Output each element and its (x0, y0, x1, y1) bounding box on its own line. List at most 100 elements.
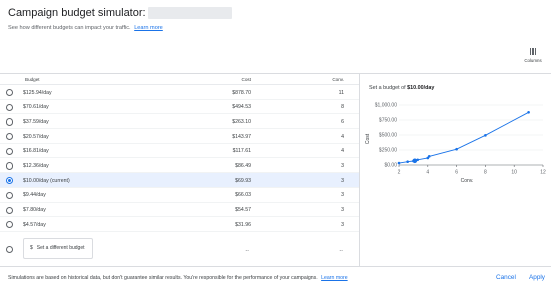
different-budget-placeholder: Set a different budget (36, 244, 85, 251)
budget-value: $10.00/day (current) (23, 177, 70, 184)
conv-value: 4 (341, 133, 344, 140)
budget-radio[interactable] (6, 191, 14, 199)
budget-radio[interactable] (6, 89, 14, 97)
columns-icon (529, 48, 537, 55)
table-row[interactable]: $20.57/day $143.97 4 (0, 129, 359, 144)
different-budget-input[interactable]: $ Set a different budget (23, 237, 93, 259)
budget-radio[interactable] (6, 103, 14, 111)
current-budget-point (412, 158, 418, 164)
cost-value: $117.61 (232, 148, 251, 155)
y-tick-label: $1,000.00 (375, 103, 397, 109)
columns-label: Columns (524, 58, 542, 63)
conv-value: 8 (341, 104, 344, 111)
y-axis-label: Cost (365, 133, 371, 144)
different-budget-conv: -- (339, 247, 343, 254)
x-tick-label: 12 (540, 170, 546, 176)
title-row: Campaign budget simulator: (8, 7, 232, 19)
conv-value: 3 (341, 177, 344, 184)
redacted-campaign-name (147, 7, 232, 19)
y-tick-label: $0.00 (384, 163, 397, 169)
budget-value: $125.94/day (23, 89, 52, 96)
header-budget: Budget (25, 77, 40, 82)
header-conv: Conv. (332, 77, 344, 82)
y-tick-label: $500.00 (379, 133, 397, 139)
columns-button[interactable]: Columns (519, 48, 547, 70)
y-tick-label: $750.00 (379, 118, 397, 124)
data-point (397, 161, 401, 165)
table-rows: $125.94/day $878.70 11 $70.61/day $494.53 8 $3… (0, 85, 359, 232)
x-tick-label: 2 (398, 170, 401, 176)
budget-value: $7.80/day (23, 207, 46, 213)
budget-value: $20.57/day (23, 133, 49, 140)
table-row[interactable]: $125.94/day $878.70 11 (0, 85, 359, 100)
data-point (484, 134, 487, 137)
data-point (416, 158, 420, 162)
cost-value: $494.53 (232, 104, 251, 111)
table-row[interactable]: $7.80/day $54.57 3 (0, 203, 359, 218)
budget-table: Budget Cost Conv. $125.94/day $878.70 11 $7… (0, 74, 359, 262)
footer-learn-more-link[interactable]: Learn more (321, 275, 348, 281)
budget-radio[interactable] (6, 206, 14, 214)
chart-panel: Set a budget of $10.00/day $0.00 $250.00 $… (360, 74, 551, 266)
cost-value: $263.10 (232, 118, 251, 125)
conv-value: 3 (341, 207, 344, 213)
table-row[interactable]: $16.81/day $117.61 4 (0, 144, 359, 159)
different-budget-cost: -- (245, 247, 249, 254)
cost-value: $66.03 (235, 192, 251, 199)
conv-value: 3 (341, 221, 344, 228)
cost-conversions-chart: $0.00 $250.00 $500.00 $750.00 $1,000.00 2 4 6 8 1… (365, 103, 546, 184)
budget-value: $37.59/day (23, 118, 49, 125)
conv-value: 3 (341, 162, 344, 169)
page-subtitle: See how different budgets can impact you… (8, 25, 163, 31)
x-tick-label: 6 (455, 170, 458, 176)
data-point (427, 155, 431, 158)
different-budget-row: $ Set a different budget -- -- (0, 232, 359, 262)
budget-radio[interactable] (6, 133, 14, 141)
y-tick-label: $250.00 (379, 148, 397, 154)
table-row[interactable]: $4.57/day $31.96 3 (0, 217, 359, 232)
budget-value: $4.57/day (23, 221, 46, 228)
table-row[interactable]: $12.36/day $86.49 3 (0, 158, 359, 174)
budget-value: $70.61/day (23, 104, 49, 111)
budget-radio[interactable] (6, 162, 14, 170)
currency-symbol: $ (30, 244, 33, 251)
table-row[interactable]: $37.59/day $263.10 6 (0, 114, 359, 130)
conv-value: 4 (341, 148, 344, 155)
cost-value: $86.49 (235, 162, 251, 169)
page-title: Campaign budget simulator: (8, 7, 146, 19)
learn-more-link[interactable]: Learn more (134, 25, 163, 31)
cost-value: $54.57 (235, 207, 251, 213)
different-budget-radio[interactable] (6, 245, 14, 254)
table-row[interactable]: $10.00/day (current) $69.93 3 (0, 173, 359, 188)
data-point (406, 160, 409, 164)
cancel-button[interactable]: Cancel (496, 274, 516, 281)
budget-value: $16.81/day (23, 148, 49, 155)
subtitle-text: See how different budgets can impact you… (8, 25, 131, 31)
budget-radio[interactable] (6, 221, 14, 229)
x-tick-label: 8 (484, 170, 487, 176)
table-row[interactable]: $70.61/day $494.53 8 (0, 100, 359, 115)
cost-value: $31.96 (235, 221, 251, 228)
table-header: Budget Cost Conv. (0, 74, 359, 85)
budget-radio[interactable] (6, 118, 14, 126)
cost-value: $878.70 (232, 89, 251, 96)
divider-bottom (0, 266, 551, 267)
budget-radio[interactable] (6, 147, 14, 155)
x-tick-label: 10 (511, 170, 517, 176)
apply-button[interactable]: Apply (529, 274, 545, 281)
conv-value: 6 (341, 118, 344, 125)
x-tick-label: 4 (426, 170, 429, 176)
footer-note-text: Simulations are based on historical data… (8, 275, 318, 281)
conv-value: 11 (338, 89, 344, 96)
header-cost: Cost (241, 77, 251, 82)
budget-value: $12.36/day (23, 162, 49, 169)
conv-value: 3 (341, 192, 344, 199)
budget-radio[interactable] (6, 177, 14, 185)
data-point (527, 110, 530, 114)
x-axis-label: Conv. (461, 178, 474, 184)
cost-value: $143.97 (232, 133, 251, 140)
header: Campaign budget simulator: See how diffe… (0, 0, 551, 48)
budget-value: $9.44/day (23, 192, 46, 199)
table-row[interactable]: $9.44/day $66.03 3 (0, 188, 359, 203)
cost-value: $69.93 (235, 177, 251, 184)
